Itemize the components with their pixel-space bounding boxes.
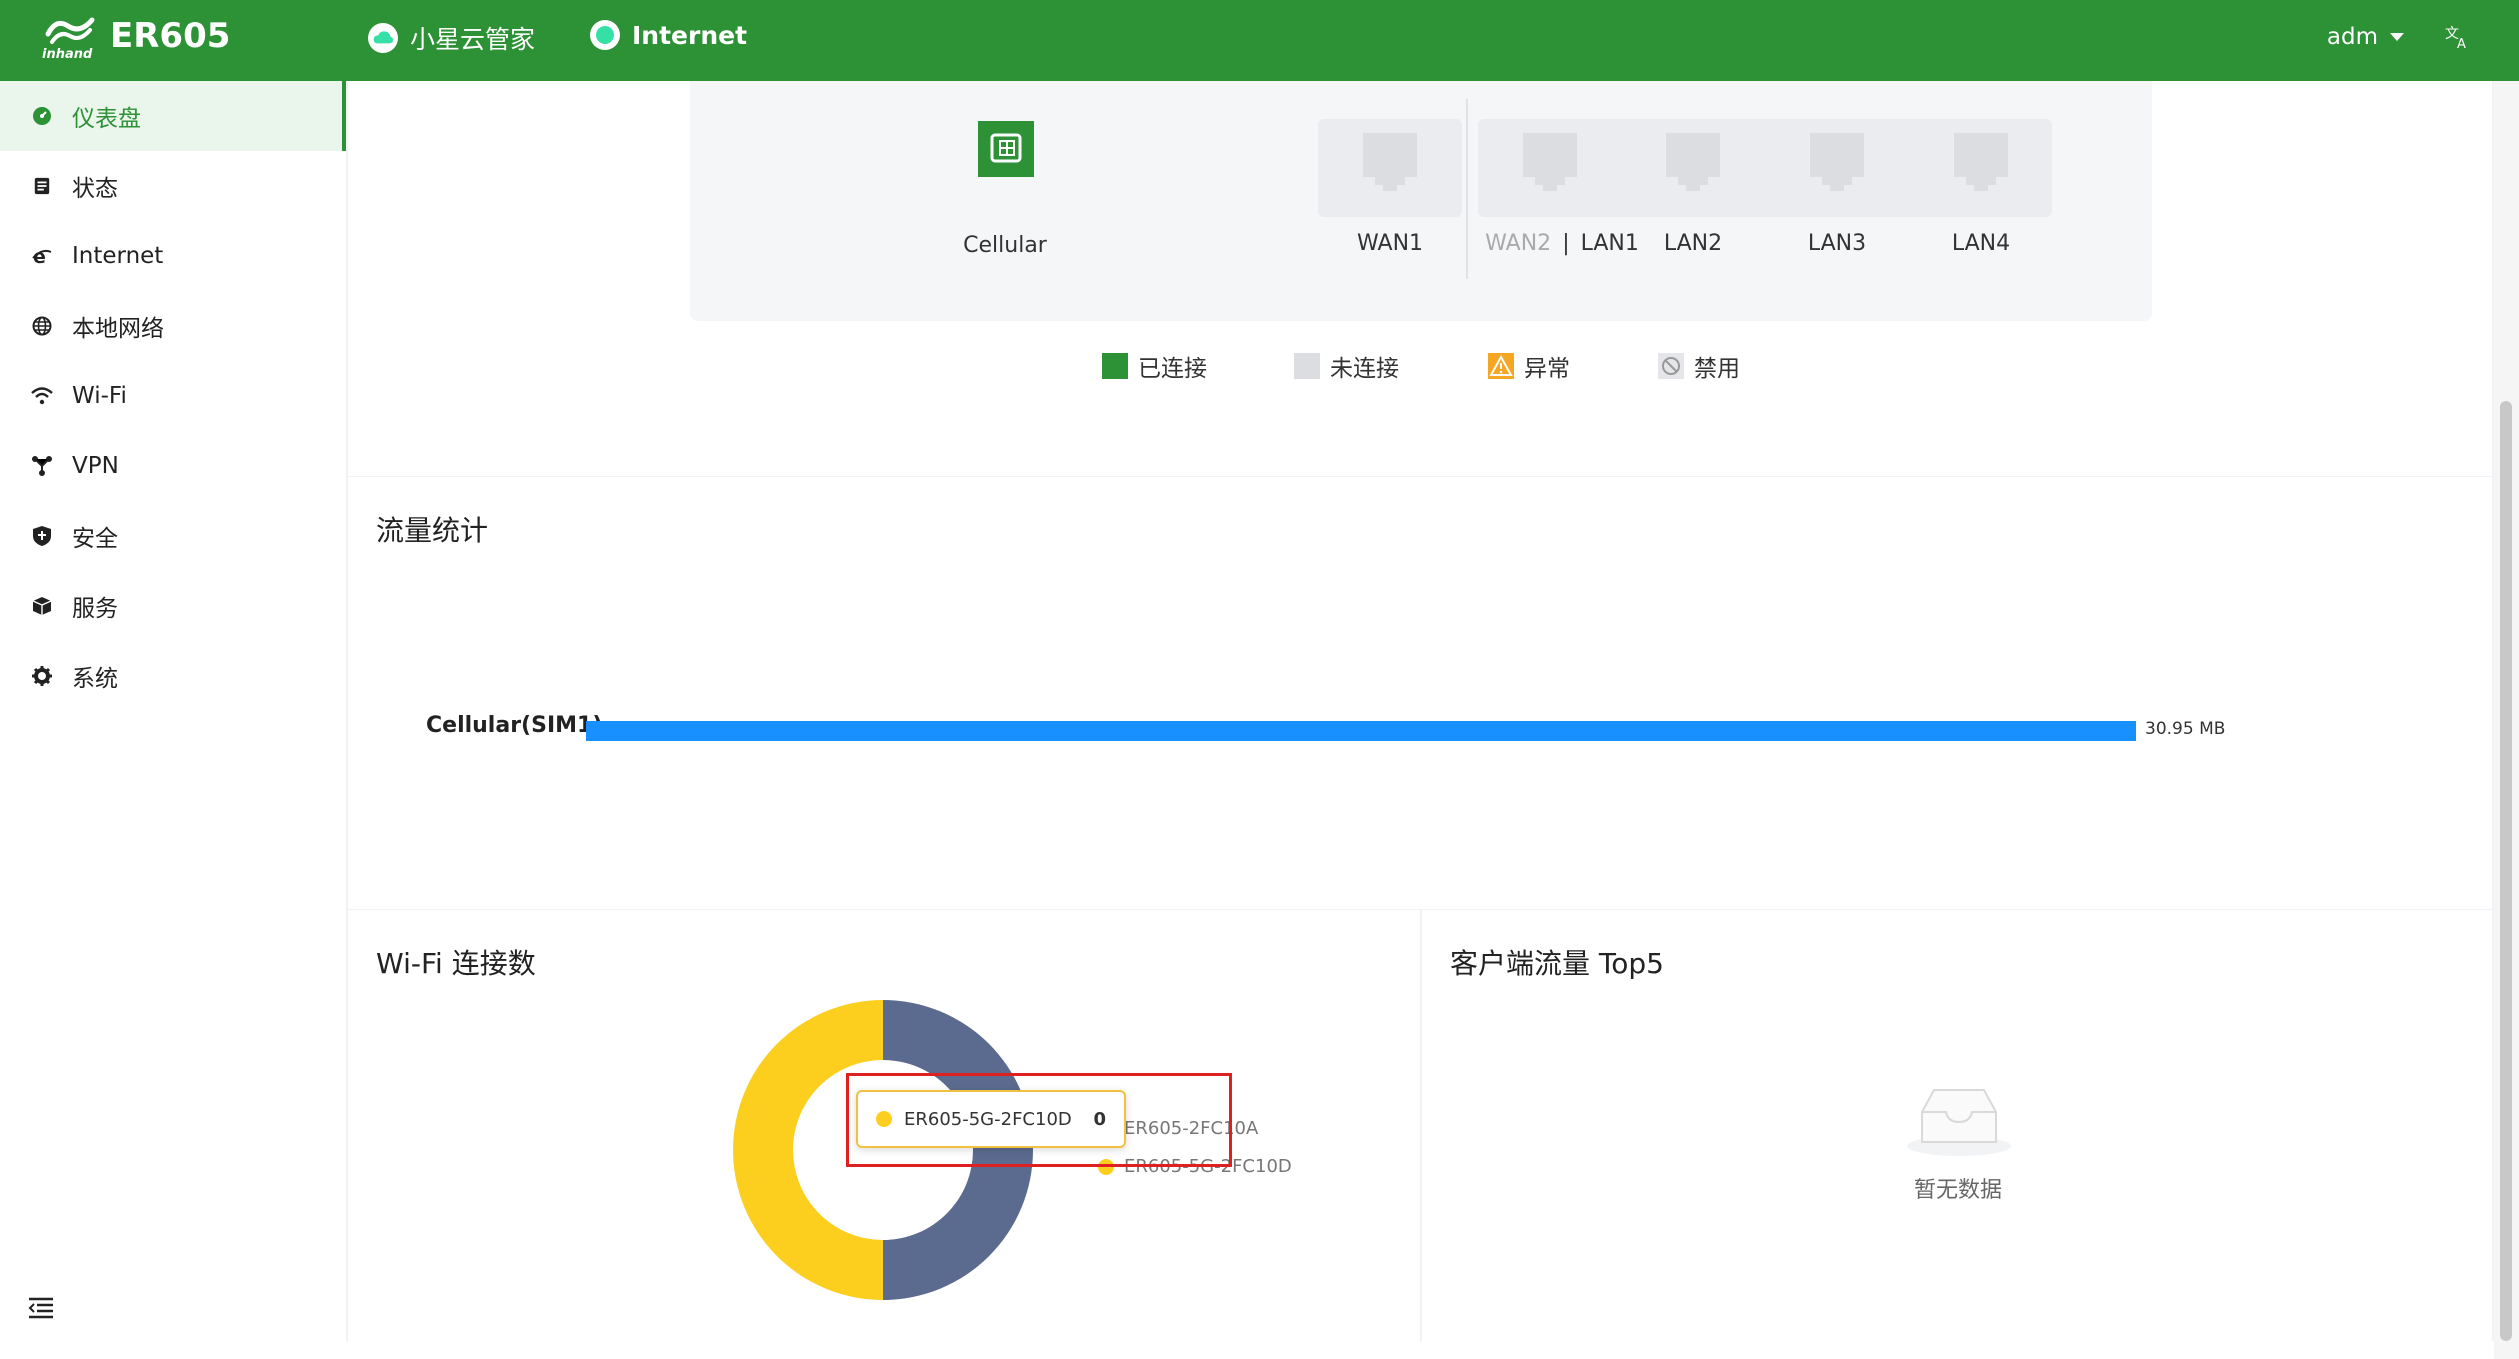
shield-icon bbox=[30, 524, 54, 548]
ethernet-port-icon bbox=[1363, 133, 1417, 191]
inhand-logo-icon: inhand bbox=[40, 12, 102, 62]
warning-icon bbox=[1488, 353, 1514, 379]
sidebar-item-label: VPN bbox=[72, 453, 119, 479]
port-wan1-label: WAN1 bbox=[1356, 231, 1424, 256]
port-lan4-label: LAN4 bbox=[1951, 231, 2011, 256]
legend-connected: 已连接 bbox=[1102, 349, 1207, 383]
wifi-connections-card: Wi-Fi 连接数 ER605-2FC10A ER605-5G-2FC10D E… bbox=[348, 910, 1420, 1341]
cloud-manager-label: 小星云管家 bbox=[410, 25, 536, 54]
main-content: Cellular WAN1 WAN2 | LAN1 LAN2 LAN3 LAN4… bbox=[348, 81, 2492, 1341]
svg-text:inhand: inhand bbox=[42, 47, 93, 60]
scrollbar-thumb[interactable] bbox=[2500, 401, 2512, 1341]
port-wan2-lan1-label: WAN2 | LAN1 bbox=[1482, 231, 1642, 256]
port-wan2-lan1[interactable] bbox=[1523, 133, 1577, 197]
legend-label: 未连接 bbox=[1330, 356, 1399, 382]
port-divider bbox=[1466, 99, 1468, 279]
globe-icon bbox=[30, 314, 54, 338]
port-lan3[interactable] bbox=[1810, 133, 1864, 197]
empty-text: 暂无数据 bbox=[1914, 1178, 2003, 1203]
traffic-bar-value: 30.95 MB bbox=[2145, 719, 2226, 739]
sidebar-item-label: 系统 bbox=[72, 666, 118, 692]
sidebar-item-label: 服务 bbox=[72, 596, 118, 622]
user-menu[interactable]: adm bbox=[2327, 24, 2404, 50]
disconnected-swatch bbox=[1294, 353, 1320, 379]
internet-status-icon bbox=[590, 20, 620, 50]
status-icon bbox=[30, 174, 54, 198]
sidebar-item-label: 本地网络 bbox=[72, 316, 164, 342]
page-scrollbar[interactable] bbox=[2494, 81, 2519, 1359]
gear-icon bbox=[30, 664, 54, 688]
logo: inhand ER605 bbox=[40, 12, 231, 62]
svg-text:A: A bbox=[2457, 37, 2466, 50]
sidebar-item-label: 状态 bbox=[72, 176, 118, 202]
legend-label: 禁用 bbox=[1694, 356, 1740, 382]
bottom-strip bbox=[0, 1341, 2494, 1359]
sidebar-item-label: 安全 bbox=[72, 526, 118, 552]
port-lan1-label: LAN1 bbox=[1580, 231, 1639, 256]
client-traffic-top5-card: 客户端流量 Top5 暂无数据 bbox=[1422, 910, 2492, 1341]
sidebar-item-label: Wi-Fi bbox=[72, 383, 127, 409]
sidebar-item-label: 仪表盘 bbox=[72, 106, 141, 132]
port-cellular[interactable] bbox=[978, 121, 1034, 183]
user-name: adm bbox=[2326, 24, 2378, 50]
connected-swatch bbox=[1102, 353, 1128, 379]
sidebar-item-dashboard[interactable]: 仪表盘 bbox=[0, 81, 346, 151]
traffic-stats-card: 流量统计 Cellular(SIM1) 30.95 MB bbox=[348, 477, 2492, 909]
cloud-icon bbox=[368, 23, 398, 53]
caret-down-icon bbox=[2390, 33, 2404, 41]
internet-status[interactable]: Internet bbox=[590, 20, 747, 50]
ethernet-port-icon bbox=[1810, 133, 1864, 191]
sidebar-item-services[interactable]: 服务 bbox=[0, 571, 346, 641]
dashboard-icon bbox=[30, 104, 54, 128]
sidebar-item-label: Internet bbox=[72, 243, 164, 269]
cube-icon bbox=[30, 594, 54, 618]
traffic-title: 流量统计 bbox=[376, 514, 489, 547]
vpn-icon bbox=[30, 454, 54, 478]
internet-label: Internet bbox=[632, 20, 748, 50]
sidebar: 仪表盘 状态 e Internet 本地网络 Wi-Fi VPN 安全 服务 系… bbox=[0, 81, 346, 1341]
sidebar-item-vpn[interactable]: VPN bbox=[0, 431, 346, 501]
collapse-menu-icon[interactable] bbox=[28, 1297, 54, 1319]
sidebar-item-status[interactable]: 状态 bbox=[0, 151, 346, 221]
legend-disabled: 禁用 bbox=[1658, 349, 1740, 383]
cloud-manager-link[interactable]: 小星云管家 bbox=[368, 20, 535, 56]
port-panel: Cellular WAN1 WAN2 | LAN1 LAN2 LAN3 LAN4 bbox=[690, 81, 2152, 321]
port-lan2-label: LAN2 bbox=[1663, 231, 1723, 256]
ethernet-port-icon bbox=[1954, 133, 2008, 191]
empty-inbox-icon bbox=[1907, 1089, 2011, 1156]
highlight-box bbox=[846, 1073, 1232, 1167]
disabled-icon bbox=[1658, 353, 1684, 379]
traffic-bar-label: Cellular(SIM1) bbox=[426, 713, 603, 738]
sim-card-icon bbox=[978, 121, 1034, 177]
port-wan2-label: WAN2 bbox=[1485, 231, 1552, 256]
legend-label: 异常 bbox=[1524, 356, 1570, 382]
language-switch-icon[interactable]: 文 A bbox=[2445, 24, 2471, 56]
port-cellular-label: Cellular bbox=[963, 233, 1047, 258]
ethernet-port-icon bbox=[1666, 133, 1720, 191]
legend-disconnected: 未连接 bbox=[1294, 349, 1399, 383]
port-lan2[interactable] bbox=[1666, 133, 1720, 197]
sidebar-item-internet[interactable]: e Internet bbox=[0, 221, 346, 291]
legend-abnormal: 异常 bbox=[1488, 349, 1570, 383]
port-wan1[interactable] bbox=[1363, 133, 1417, 197]
sidebar-item-security[interactable]: 安全 bbox=[0, 501, 346, 571]
port-lan4[interactable] bbox=[1954, 133, 2008, 197]
sidebar-item-local-network[interactable]: 本地网络 bbox=[0, 291, 346, 361]
traffic-bar[interactable] bbox=[586, 721, 2136, 741]
sidebar-item-wifi[interactable]: Wi-Fi bbox=[0, 361, 346, 431]
port-separator: | bbox=[1562, 231, 1570, 256]
port-status-card: Cellular WAN1 WAN2 | LAN1 LAN2 LAN3 LAN4… bbox=[348, 81, 2492, 476]
wifi-title: Wi-Fi 连接数 bbox=[376, 947, 536, 980]
port-lan3-label: LAN3 bbox=[1807, 231, 1867, 256]
wifi-icon bbox=[30, 384, 54, 408]
top-header: inhand ER605 小星云管家 Internet adm 文 A bbox=[0, 0, 2519, 81]
legend-label: 已连接 bbox=[1138, 356, 1207, 382]
internet-icon: e bbox=[30, 244, 54, 268]
product-name: ER605 bbox=[110, 16, 231, 56]
sidebar-item-system[interactable]: 系统 bbox=[0, 641, 346, 711]
ethernet-port-icon bbox=[1523, 133, 1577, 191]
top5-title: 客户端流量 Top5 bbox=[1450, 947, 1664, 980]
